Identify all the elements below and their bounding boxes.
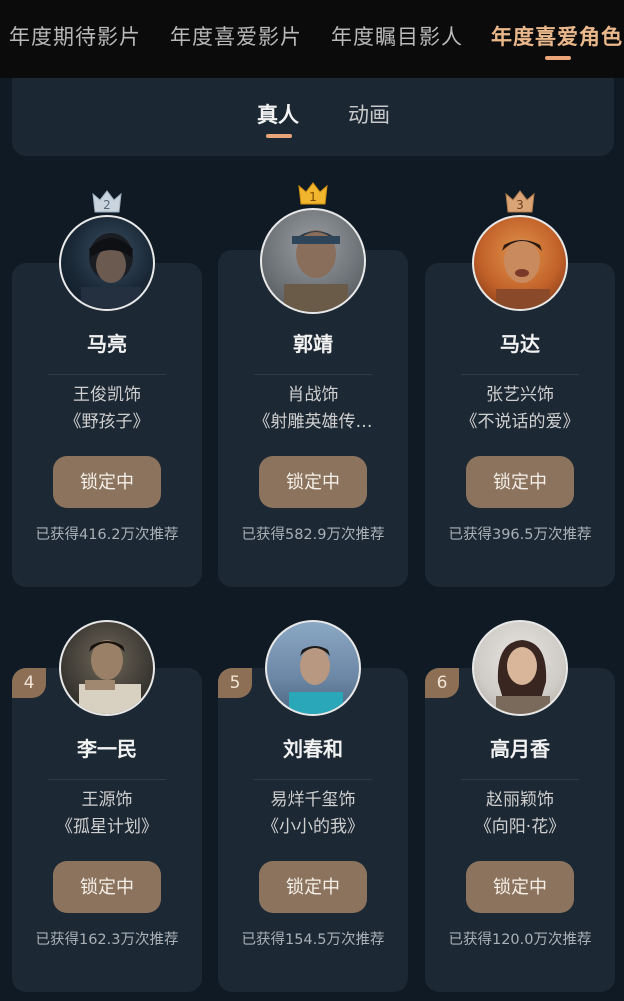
divider (254, 779, 372, 780)
top-tab-bar: 年度期待影片 年度喜爱影片 年度瞩目影人 年度喜爱角色 (0, 0, 624, 78)
page: 年度期待影片 年度喜爱影片 年度瞩目影人 年度喜爱角色 真人 动画 2 马亮 王… (0, 0, 624, 1001)
character-card[interactable]: 3 马达 张艺兴饰 《不说话的爱》 锁定中 已获得396.5万次推荐 (425, 190, 615, 587)
actor-name: 肖战饰 (287, 385, 339, 405)
actor-name: 易烊千玺饰 (270, 790, 356, 810)
movie-title: 《不说话的爱》 (460, 412, 580, 432)
character-card[interactable]: 6 高月香 赵丽颖饰 《向阳·花》 锁定中 已获得120.0万次推荐 (425, 620, 615, 992)
movie-title: 《射雕英雄传… (253, 412, 373, 432)
movie-title: 《野孩子》 (64, 412, 150, 432)
recommendation-count: 已获得120.0万次推荐 (448, 932, 592, 948)
locked-button[interactable]: 锁定中 (53, 861, 161, 913)
sub-tab-bar: 真人 动画 (12, 78, 614, 156)
bronze-crown-icon: 3 (504, 188, 536, 214)
character-name: 高月香 (490, 737, 550, 761)
character-name: 马达 (500, 332, 540, 356)
rank-badge: 4 (12, 668, 46, 698)
character-name: 马亮 (87, 332, 127, 356)
movie-title: 《小小的我》 (262, 817, 364, 837)
tab-annual-favorite-films[interactable]: 年度喜爱影片 (170, 22, 302, 52)
character-name: 刘春和 (283, 737, 343, 761)
divider (254, 374, 372, 375)
locked-button[interactable]: 锁定中 (466, 861, 574, 913)
character-card[interactable]: 5 刘春和 易烊千玺饰 《小小的我》 锁定中 已获得154.5万次推荐 (218, 620, 408, 992)
recommendation-count: 已获得396.5万次推荐 (448, 527, 592, 543)
actor-name: 王俊凯饰 (73, 385, 141, 405)
divider (48, 374, 166, 375)
locked-button[interactable]: 锁定中 (259, 861, 367, 913)
movie-title: 《孤星计划》 (56, 817, 158, 837)
crown-rank-number: 1 (309, 190, 317, 204)
divider (461, 374, 579, 375)
actor-name: 赵丽颖饰 (486, 790, 554, 810)
recommendation-count: 已获得154.5万次推荐 (241, 932, 385, 948)
actor-name: 王源饰 (81, 790, 133, 810)
avatar[interactable] (59, 620, 155, 716)
divider (48, 779, 166, 780)
rank-badge: 5 (218, 668, 252, 698)
active-tab-indicator (545, 56, 571, 60)
tab-annual-notable-people[interactable]: 年度瞩目影人 (331, 22, 463, 52)
silver-crown-icon: 2 (91, 188, 123, 214)
tab-annual-favorite-characters[interactable]: 年度喜爱角色 (491, 22, 623, 52)
subtab-animation[interactable]: 动画 (348, 100, 390, 130)
tab-annual-anticipated-films[interactable]: 年度期待影片 (9, 22, 141, 52)
character-card[interactable]: 1 郭靖 肖战饰 《射雕英雄传… 锁定中 已获得582.9万次推荐 (218, 182, 408, 587)
locked-button[interactable]: 锁定中 (466, 456, 574, 508)
divider (461, 779, 579, 780)
crown-rank-number: 3 (516, 198, 524, 212)
gold-crown-icon: 1 (297, 180, 329, 206)
actor-name: 张艺兴饰 (486, 385, 554, 405)
movie-title: 《向阳·花》 (474, 817, 566, 837)
character-card[interactable]: 2 马亮 王俊凯饰 《野孩子》 锁定中 已获得416.2万次推荐 (12, 190, 202, 587)
avatar[interactable] (260, 208, 366, 314)
character-name: 李一民 (77, 737, 137, 761)
avatar[interactable] (472, 620, 568, 716)
crown-rank-number: 2 (103, 198, 111, 212)
active-subtab-indicator (266, 134, 292, 138)
recommendation-count: 已获得582.9万次推荐 (241, 527, 385, 543)
avatar[interactable] (472, 215, 568, 311)
recommendation-count: 已获得416.2万次推荐 (35, 527, 179, 543)
rank-badge: 6 (425, 668, 459, 698)
recommendation-count: 已获得162.3万次推荐 (35, 932, 179, 948)
subtab-live-action[interactable]: 真人 (257, 100, 299, 130)
avatar[interactable] (265, 620, 361, 716)
character-card[interactable]: 4 李一民 王源饰 《孤星计划》 锁定中 已获得162.3万次推荐 (12, 620, 202, 992)
avatar[interactable] (59, 215, 155, 311)
character-name: 郭靖 (293, 332, 333, 356)
locked-button[interactable]: 锁定中 (53, 456, 161, 508)
locked-button[interactable]: 锁定中 (259, 456, 367, 508)
